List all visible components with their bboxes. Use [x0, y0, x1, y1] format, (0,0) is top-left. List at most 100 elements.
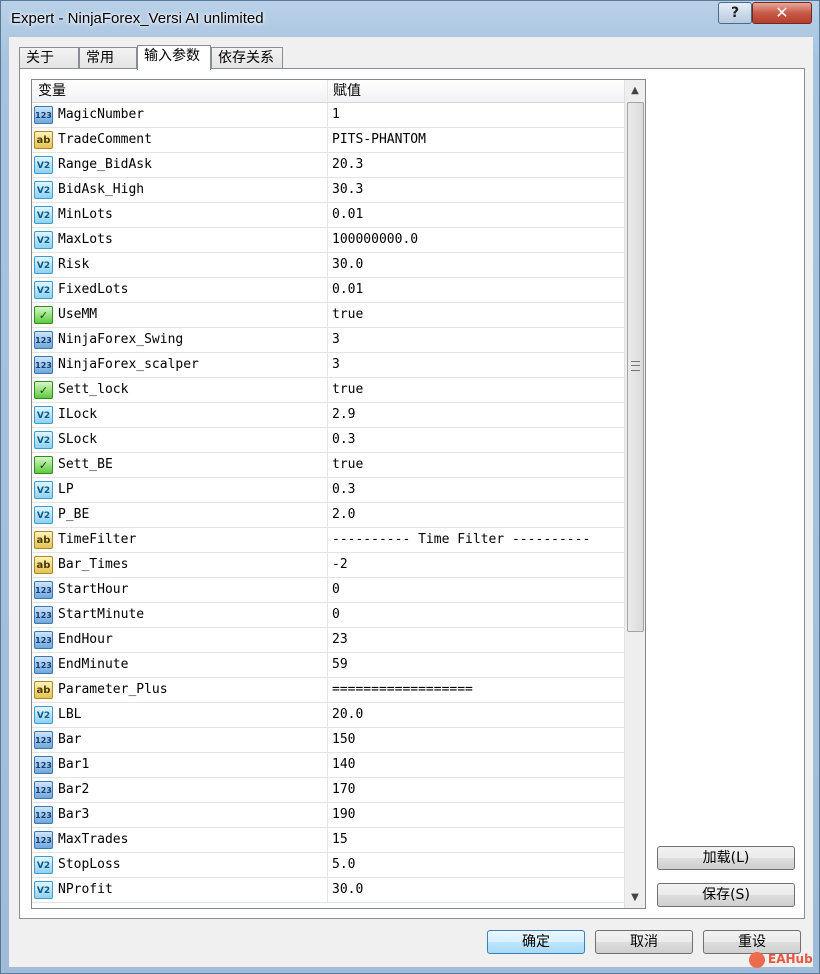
parameter-value[interactable]: -2 — [328, 553, 624, 577]
parameter-value[interactable]: ================== — [328, 678, 624, 702]
parameter-row[interactable]: 123 Bar 150 — [32, 728, 624, 753]
parameter-value[interactable]: 20.3 — [328, 153, 624, 177]
parameter-row[interactable]: ab Parameter_Plus ================== — [32, 678, 624, 703]
parameter-row[interactable]: ✓ Sett_lock true — [32, 378, 624, 403]
parameter-row[interactable]: V2 SLock 0.3 — [32, 428, 624, 453]
scroll-down-arrow-icon[interactable]: ▼ — [625, 887, 645, 908]
parameter-row[interactable]: 123 StartHour 0 — [32, 578, 624, 603]
parameter-name-cell[interactable]: 123 Bar3 — [32, 803, 328, 827]
parameter-name-cell[interactable]: 123 NinjaForex_Swing — [32, 328, 328, 352]
parameter-value[interactable]: 0 — [328, 578, 624, 602]
tab-dependencies[interactable]: 依存关系 — [211, 47, 283, 69]
parameter-name-cell[interactable]: V2 LP — [32, 478, 328, 502]
parameter-row[interactable]: V2 LP 0.3 — [32, 478, 624, 503]
help-button[interactable]: ? — [718, 2, 752, 24]
parameter-name-cell[interactable]: V2 SLock — [32, 428, 328, 452]
parameter-value[interactable]: 2.0 — [328, 503, 624, 527]
parameter-name-cell[interactable]: ab Bar_Times — [32, 553, 328, 577]
parameter-name-cell[interactable]: 123 EndHour — [32, 628, 328, 652]
parameter-name-cell[interactable]: V2 LBL — [32, 703, 328, 727]
parameter-row[interactable]: 123 EndMinute 59 — [32, 653, 624, 678]
parameter-value[interactable]: 0 — [328, 603, 624, 627]
parameter-name-cell[interactable]: 123 MaxTrades — [32, 828, 328, 852]
parameter-row[interactable]: 123 EndHour 23 — [32, 628, 624, 653]
parameter-name-cell[interactable]: 123 StartMinute — [32, 603, 328, 627]
parameter-row[interactable]: V2 MaxLots 100000000.0 — [32, 228, 624, 253]
parameter-name-cell[interactable]: V2 StopLoss — [32, 853, 328, 877]
parameter-value[interactable]: 0.3 — [328, 478, 624, 502]
parameter-name-cell[interactable]: ab TimeFilter — [32, 528, 328, 552]
parameter-name-cell[interactable]: ab TradeComment — [32, 128, 328, 152]
load-button[interactable]: 加载(L) — [657, 846, 795, 870]
tab-inputs[interactable]: 输入参数 — [137, 45, 211, 70]
parameter-name-cell[interactable]: 123 MagicNumber — [32, 103, 328, 127]
parameter-name-cell[interactable]: 123 Bar — [32, 728, 328, 752]
parameter-value[interactable]: 190 — [328, 803, 624, 827]
parameter-row[interactable]: V2 StopLoss 5.0 — [32, 853, 624, 878]
parameter-value[interactable]: 3 — [328, 328, 624, 352]
parameter-value[interactable]: 30.0 — [328, 878, 624, 902]
tab-common[interactable]: 常用 — [79, 47, 137, 69]
scroll-up-arrow-icon[interactable]: ▲ — [625, 80, 645, 101]
save-button[interactable]: 保存(S) — [657, 883, 795, 907]
parameter-value[interactable]: true — [328, 303, 624, 327]
parameter-value[interactable]: 0.01 — [328, 203, 624, 227]
parameter-row[interactable]: 123 Bar2 170 — [32, 778, 624, 803]
parameter-row[interactable]: ab TimeFilter ---------- Time Filter -----… — [32, 528, 624, 553]
parameter-name-cell[interactable]: 123 Bar2 — [32, 778, 328, 802]
parameter-row[interactable]: V2 BidAsk_High 30.3 — [32, 178, 624, 203]
parameter-row[interactable]: V2 Risk 30.0 — [32, 253, 624, 278]
parameter-row[interactable]: ✓ Sett_BE true — [32, 453, 624, 478]
parameter-row[interactable]: V2 MinLots 0.01 — [32, 203, 624, 228]
parameter-name-cell[interactable]: V2 MinLots — [32, 203, 328, 227]
close-button[interactable]: ✕ — [752, 2, 812, 24]
header-variable[interactable]: 变量 — [32, 80, 328, 102]
parameter-name-cell[interactable]: V2 FixedLots — [32, 278, 328, 302]
ok-button[interactable]: 确定 — [487, 930, 585, 954]
parameter-value[interactable]: 100000000.0 — [328, 228, 624, 252]
parameter-value[interactable]: 23 — [328, 628, 624, 652]
parameter-value[interactable]: 3 — [328, 353, 624, 377]
parameter-name-cell[interactable]: V2 ILock — [32, 403, 328, 427]
parameter-value[interactable]: 20.0 — [328, 703, 624, 727]
parameter-row[interactable]: ab TradeComment PITS-PHANTOM — [32, 128, 624, 153]
parameter-row[interactable]: 123 StartMinute 0 — [32, 603, 624, 628]
parameter-name-cell[interactable]: ✓ Sett_BE — [32, 453, 328, 477]
parameter-row[interactable]: 123 MagicNumber 1 — [32, 103, 624, 128]
parameter-value[interactable]: 170 — [328, 778, 624, 802]
scroll-thumb[interactable] — [627, 102, 644, 632]
parameter-value[interactable]: 0.3 — [328, 428, 624, 452]
parameter-name-cell[interactable]: ✓ UseMM — [32, 303, 328, 327]
parameter-row[interactable]: V2 P_BE 2.0 — [32, 503, 624, 528]
parameter-value[interactable]: 30.3 — [328, 178, 624, 202]
parameter-row[interactable]: V2 Range_BidAsk 20.3 — [32, 153, 624, 178]
parameter-row[interactable]: 123 Bar3 190 — [32, 803, 624, 828]
parameter-value[interactable]: 150 — [328, 728, 624, 752]
parameter-value[interactable]: 140 — [328, 753, 624, 777]
parameter-row[interactable]: V2 FixedLots 0.01 — [32, 278, 624, 303]
parameter-value[interactable]: 5.0 — [328, 853, 624, 877]
parameter-value[interactable]: true — [328, 453, 624, 477]
parameter-name-cell[interactable]: V2 P_BE — [32, 503, 328, 527]
parameter-row[interactable]: 123 NinjaForex_scalper 3 — [32, 353, 624, 378]
parameter-name-cell[interactable]: V2 MaxLots — [32, 228, 328, 252]
parameter-row[interactable]: V2 ILock 2.9 — [32, 403, 624, 428]
parameter-value[interactable]: PITS-PHANTOM — [328, 128, 624, 152]
parameter-value[interactable]: 15 — [328, 828, 624, 852]
parameter-row[interactable]: V2 NProfit 30.0 — [32, 878, 624, 903]
parameter-value[interactable]: 0.01 — [328, 278, 624, 302]
parameter-row[interactable]: ✓ UseMM true — [32, 303, 624, 328]
cancel-button[interactable]: 取消 — [595, 930, 693, 954]
parameter-value[interactable]: 1 — [328, 103, 624, 127]
parameter-name-cell[interactable]: V2 Risk — [32, 253, 328, 277]
parameter-name-cell[interactable]: V2 NProfit — [32, 878, 328, 902]
parameter-name-cell[interactable]: V2 BidAsk_High — [32, 178, 328, 202]
parameter-row[interactable]: ab Bar_Times -2 — [32, 553, 624, 578]
parameter-name-cell[interactable]: ✓ Sett_lock — [32, 378, 328, 402]
parameter-row[interactable]: 123 MaxTrades 15 — [32, 828, 624, 853]
parameter-value[interactable]: 2.9 — [328, 403, 624, 427]
parameter-value[interactable]: true — [328, 378, 624, 402]
parameter-name-cell[interactable]: 123 StartHour — [32, 578, 328, 602]
parameter-row[interactable]: 123 NinjaForex_Swing 3 — [32, 328, 624, 353]
parameter-name-cell[interactable]: V2 Range_BidAsk — [32, 153, 328, 177]
